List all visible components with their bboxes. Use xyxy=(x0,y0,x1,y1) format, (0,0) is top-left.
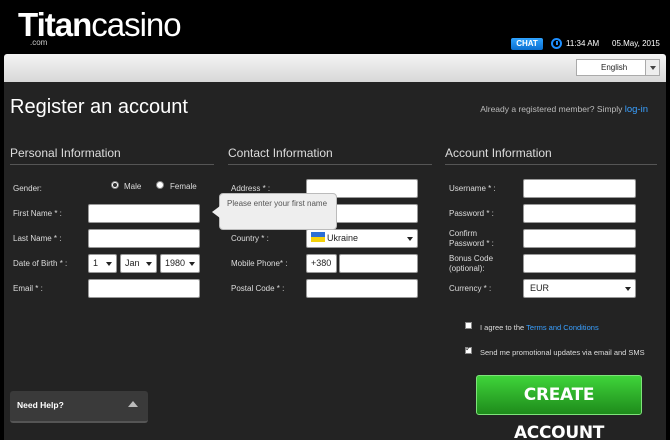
first-name-input[interactable] xyxy=(88,204,200,223)
page-title: Register an account xyxy=(10,96,188,118)
phone-prefix-field[interactable]: +380 xyxy=(306,254,337,273)
already-member-text: Already a registered member? Simply log-… xyxy=(480,104,648,115)
divider xyxy=(10,164,214,165)
last-name-input[interactable] xyxy=(88,229,200,248)
dob-year-select[interactable]: 1980 xyxy=(160,254,200,273)
need-help-panel[interactable]: Need Help? xyxy=(10,391,148,423)
promo-label: Send me promotional updates via email an… xyxy=(480,348,645,357)
logo-com-text: .com xyxy=(30,38,48,47)
email-input[interactable] xyxy=(88,279,200,298)
last-name-label: Last Name * : xyxy=(13,234,62,243)
postal-code-label: Postal Code * : xyxy=(231,284,285,293)
username-label: Username * : xyxy=(449,184,496,193)
postal-code-input[interactable] xyxy=(306,279,418,298)
terms-link[interactable]: Terms and Conditions xyxy=(526,323,599,332)
logo[interactable]: Titancasino xyxy=(18,8,182,42)
country-label: Country * : xyxy=(231,234,269,243)
contact-info-title: Contact Information xyxy=(228,146,333,160)
bonus-code-label: Bonus Code (optional): xyxy=(449,254,494,273)
personal-info-title: Personal Information xyxy=(10,146,121,160)
dob-day-select[interactable]: 1 xyxy=(88,254,117,273)
site-header: Titancasino .com CHAT 11:34 AM 05.May, 2… xyxy=(0,0,670,54)
gender-female-label: Female xyxy=(170,182,197,191)
account-info-title: Account Information xyxy=(445,146,552,160)
create-account-button[interactable]: CREATE ACCOUNT xyxy=(476,375,642,440)
clock-icon xyxy=(551,38,562,49)
terms-label: I agree to the Terms and Conditions xyxy=(480,323,599,332)
gender-male-label: Male xyxy=(124,182,142,191)
mobile-phone-label: Mobile Phone* : xyxy=(231,259,288,268)
language-select[interactable]: English xyxy=(576,59,660,76)
divider xyxy=(228,164,432,165)
currency-label: Currency * : xyxy=(449,284,492,293)
terms-checkbox[interactable] xyxy=(465,322,472,329)
gender-male-radio[interactable] xyxy=(111,181,119,189)
first-name-label: First Name * : xyxy=(13,209,62,218)
gender-female-radio[interactable] xyxy=(156,181,164,189)
chevron-down-icon xyxy=(645,60,659,75)
dob-month-select[interactable]: Jan xyxy=(120,254,157,273)
first-name-tooltip: Please enter your first name xyxy=(212,193,337,230)
current-date: 05.May, 2015 xyxy=(612,39,660,48)
address-label: Address * : xyxy=(231,184,271,193)
promo-checkbox[interactable] xyxy=(465,344,472,354)
need-help-label: Need Help? xyxy=(17,400,64,410)
divider xyxy=(445,164,657,165)
bonus-code-input[interactable] xyxy=(523,254,636,273)
gender-label: Gender: xyxy=(13,184,42,193)
currency-select[interactable]: EUR xyxy=(523,279,636,298)
confirm-password-input[interactable] xyxy=(523,229,636,248)
language-bar: English xyxy=(4,54,666,82)
country-select[interactable]: Ukraine xyxy=(306,229,418,248)
login-link[interactable]: log-in xyxy=(625,104,648,115)
current-time: 11:34 AM xyxy=(566,39,600,48)
email-label: Email * : xyxy=(13,284,43,293)
mobile-phone-input[interactable] xyxy=(339,254,418,273)
dob-label: Date of Birth * : xyxy=(13,259,68,268)
username-input[interactable] xyxy=(523,179,636,198)
password-label: Password * : xyxy=(449,209,494,218)
ukraine-flag-icon xyxy=(311,232,325,242)
chevron-up-icon xyxy=(128,401,138,407)
confirm-password-label: Confirm Password * : xyxy=(449,229,494,248)
chat-button[interactable]: CHAT xyxy=(511,38,543,50)
password-input[interactable] xyxy=(523,204,636,223)
